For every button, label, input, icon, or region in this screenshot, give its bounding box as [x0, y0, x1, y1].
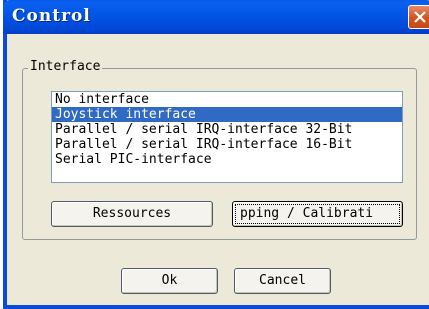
ressources-button[interactable]: Ressources: [51, 201, 213, 227]
list-item-parallel-serial-32bit[interactable]: Parallel / serial IRQ-interface 32-Bit: [52, 122, 402, 137]
close-button[interactable]: [408, 5, 429, 29]
close-icon: [414, 11, 426, 23]
ok-button[interactable]: Ok: [121, 268, 218, 294]
focus-ring: [235, 204, 400, 224]
title-bar[interactable]: Control: [3, 0, 429, 34]
window-title: Control: [12, 6, 91, 26]
list-item-parallel-serial-16bit[interactable]: Parallel / serial IRQ-interface 16-Bit: [52, 137, 402, 152]
ressources-button-label: Ressources: [92, 206, 172, 221]
ok-button-label: Ok: [161, 273, 178, 288]
list-item-joystick-interface[interactable]: Joystick interface: [52, 107, 402, 122]
mapping-calibration-button[interactable]: pping / Calibrati: [232, 201, 403, 227]
interface-listbox[interactable]: No interface Joystick interface Parallel…: [51, 91, 403, 183]
cancel-button[interactable]: Cancel: [234, 268, 331, 294]
list-item-no-interface[interactable]: No interface: [52, 92, 402, 107]
cancel-button-label: Cancel: [259, 273, 306, 288]
interface-group-label: Interface: [28, 58, 103, 76]
list-item-serial-pic-interface[interactable]: Serial PIC-interface: [52, 152, 402, 167]
